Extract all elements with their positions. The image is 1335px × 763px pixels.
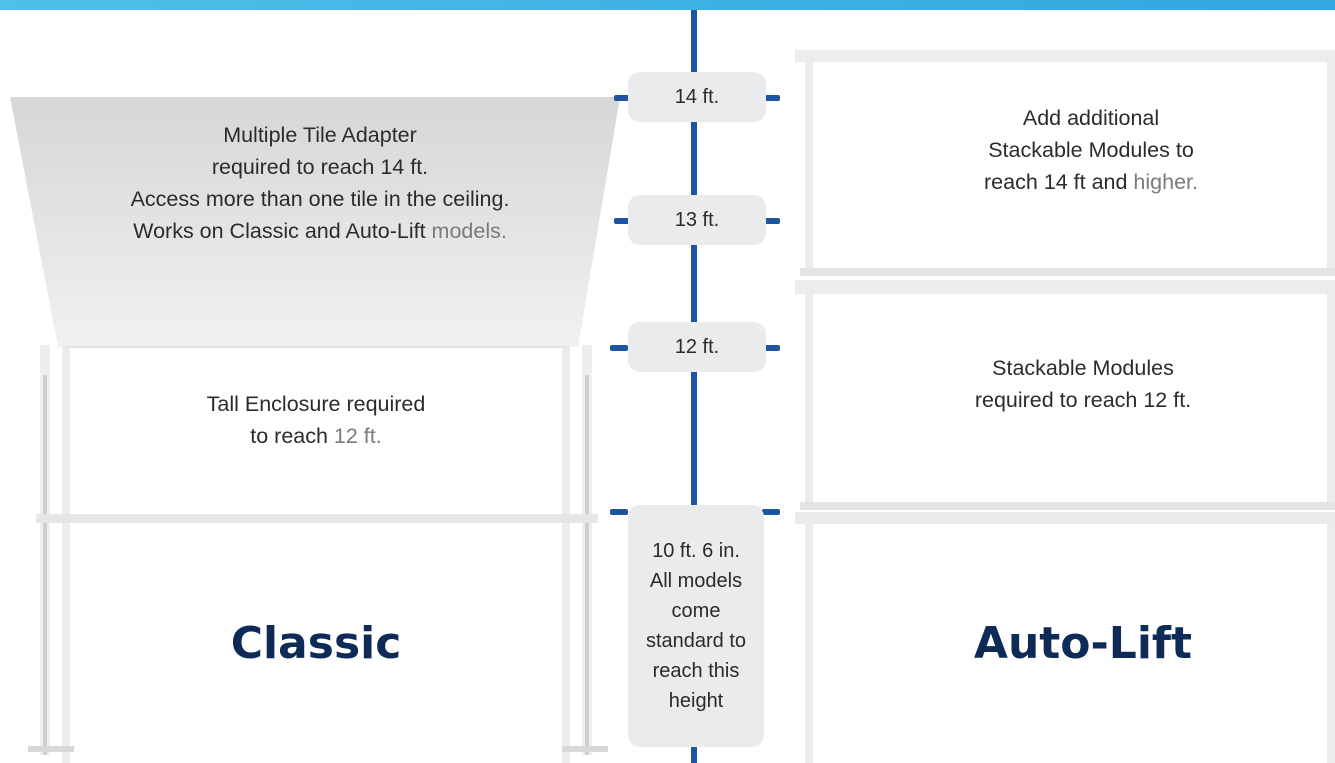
tick-12-left [610, 345, 628, 351]
mid-module-text: Stackable Modules required to reach 12 f… [813, 352, 1335, 416]
mid-module-base [800, 502, 1335, 510]
top-module-base [800, 268, 1335, 276]
classic-left-foot [28, 746, 74, 752]
top-module-text-muted: higher. [1133, 170, 1198, 194]
tall-enclosure-line: Tall Enclosure required [206, 392, 426, 416]
marker-line: All models [649, 570, 743, 592]
marker-line: height [668, 690, 724, 712]
tall-enclosure-text-muted: 12 ft. [333, 424, 382, 448]
marker-10ft6in: 10 ft. 6 in. All models come standard to… [628, 505, 764, 747]
top-module-text: Add additional Stackable Modules to reac… [813, 102, 1335, 198]
autolift-crossbar [795, 512, 1335, 524]
tall-enclosure-text: Tall Enclosure required to reach 12 ft. [70, 388, 562, 452]
adapter-line-muted: models. [431, 219, 507, 243]
tall-enclosure-text-main: to reach [250, 424, 328, 448]
mid-module-line: Stackable Modules [992, 356, 1174, 380]
classic-right-pole-core [585, 375, 589, 755]
tall-enclosure-line: to reach 12 ft. [70, 420, 562, 452]
adapter-line: required to reach 14 ft. [211, 155, 429, 179]
top-module-text-main: reach 14 ft and [984, 170, 1128, 194]
adapter-line: Works on Classic and Auto-Lift models. [10, 215, 630, 247]
adapter-description: Multiple Tile Adapter required to reach … [10, 119, 630, 247]
mid-module-line: required to reach 12 ft. [974, 388, 1192, 412]
marker-12ft: 12 ft. [628, 322, 766, 372]
adapter-line-text: Works on Classic and Auto-Lift [133, 219, 426, 243]
multiple-tile-adapter-panel: Multiple Tile Adapter required to reach … [10, 97, 620, 347]
autolift-label: Auto-Lift [973, 618, 1193, 669]
classic-crossbar [36, 514, 598, 523]
marker-line: standard to [645, 630, 747, 652]
marker-line: reach this [652, 660, 740, 682]
top-module-line: Add additional [1022, 106, 1160, 130]
top-module-line: reach 14 ft and higher. [813, 166, 1335, 198]
marker-13ft: 13 ft. [628, 195, 766, 245]
marker-line: 10 ft. 6 in. [652, 540, 740, 562]
adapter-line: Multiple Tile Adapter [223, 123, 417, 147]
classic-left-pole-core [43, 375, 47, 755]
top-accent-bar [0, 0, 1335, 10]
marker-14ft: 14 ft. [628, 72, 766, 122]
classic-label: Classic [230, 618, 402, 669]
top-module-header [795, 50, 1335, 62]
marker-line: come [671, 600, 721, 622]
classic-right-foot [562, 746, 608, 752]
adapter-line: Access more than one tile in the ceiling… [130, 187, 510, 211]
tick-10-right [762, 509, 780, 515]
mid-module-header [795, 280, 1335, 294]
tick-10-left [610, 509, 628, 515]
top-module-line: Stackable Modules to [988, 138, 1194, 162]
